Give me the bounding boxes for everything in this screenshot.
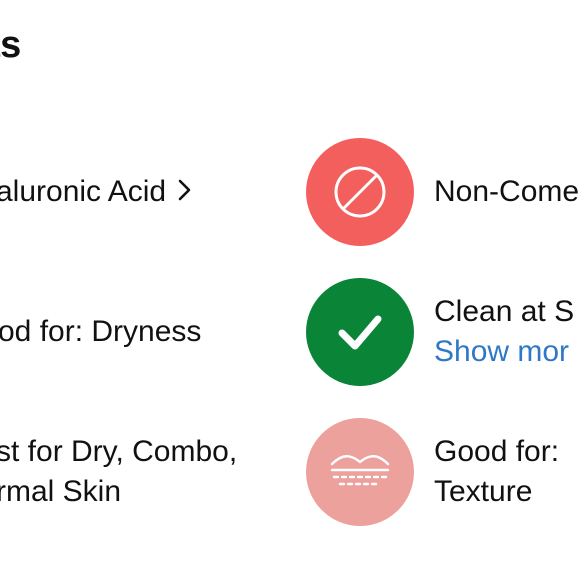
skin-type-line-1: st for Dry, Combo,: [0, 435, 238, 468]
checkmark-icon: [338, 315, 382, 350]
skin-texture-badge: [306, 418, 414, 526]
chevron-right-icon: [178, 179, 191, 201]
skin-texture-icon: [330, 455, 390, 486]
good-for-texture-line-1: Good for:: [434, 435, 560, 468]
non-comedogenic-label: Non-Come: [434, 175, 580, 208]
prohibited-icon: [334, 166, 386, 218]
section-title: ts: [0, 24, 21, 66]
skin-type-label: st for Dry, Combo, rmal Skin: [0, 432, 237, 512]
skin-type-line-2: rmal Skin: [0, 475, 122, 508]
highlights-screen: ts aluronic Acid Non-Come od for: Drynes…: [0, 0, 580, 580]
good-for-dryness-label: od for: Dryness: [0, 315, 202, 348]
clean-at-sephora-label: Clean at S: [434, 295, 575, 328]
good-for-texture-line-2: Texture: [434, 475, 533, 508]
ingredient-link-label: aluronic Acid: [0, 175, 167, 208]
show-more-link[interactable]: Show mor: [434, 332, 574, 372]
good-for-texture-block: Good for: Texture: [434, 432, 559, 512]
no-comedogenic-icon: [306, 138, 414, 246]
clean-at-sephora-badge: [306, 278, 414, 386]
clean-at-sephora-block: Clean at S Show mor: [434, 292, 574, 372]
ingredient-link-hyaluronic-acid[interactable]: aluronic Acid: [0, 172, 192, 212]
